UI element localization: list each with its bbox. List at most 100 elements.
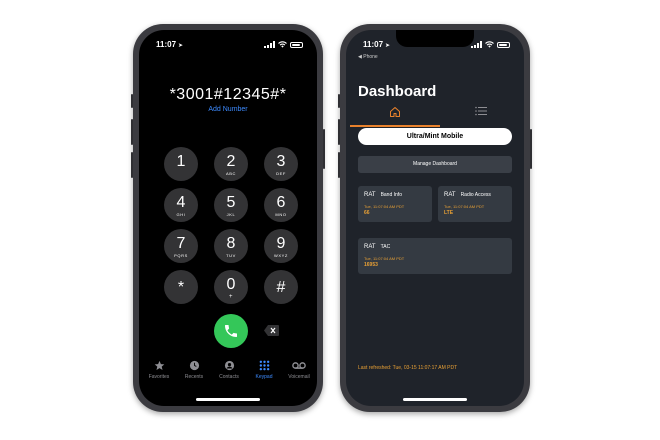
key-letters: GHI [176, 212, 186, 217]
call-button[interactable] [214, 314, 248, 348]
tab-contacts[interactable]: Contacts [211, 360, 247, 380]
home-indicator [403, 398, 467, 401]
notch [189, 30, 267, 47]
tab-label: Favorites [148, 374, 170, 380]
card-label: RAT [364, 192, 376, 198]
dashboard-tabs [346, 103, 524, 127]
card-title: Band Info [380, 192, 402, 198]
wifi-icon [278, 41, 287, 48]
band-info-card[interactable]: RAT Band Info Tue, 11:07:04 AM PDT 66 [358, 186, 432, 222]
tab-recents[interactable]: Recents [176, 360, 212, 380]
location-arrow-icon: ➤ [178, 43, 184, 49]
tab-favorites[interactable]: Favorites [141, 360, 177, 380]
key-digit: # [276, 279, 286, 296]
key-digit: 0 [226, 276, 236, 293]
card-timestamp: Tue, 11:07:04 AM PDT [364, 204, 405, 209]
card-title: Radio Access [460, 192, 491, 198]
mute-switch [131, 94, 133, 108]
key-5[interactable]: 5 JKL [214, 188, 248, 222]
voicemail-icon [292, 362, 306, 369]
volume-up-button [131, 119, 133, 145]
location-arrow-icon: ➤ [385, 43, 391, 49]
status-time: 11:07 ➤ [363, 40, 391, 49]
phone-icon [225, 325, 237, 337]
card-timestamp: Tue, 11:07:04 AM PDT [364, 256, 405, 261]
card-value: 16953 [364, 262, 378, 268]
mute-switch [338, 94, 340, 108]
delete-icon[interactable] [264, 325, 279, 336]
key-digit: 7 [176, 235, 186, 252]
card-value: LTE [444, 210, 454, 216]
tab-label: Keypad [255, 374, 273, 380]
manage-dashboard-button[interactable]: Manage Dashboard [358, 156, 512, 173]
star-icon [154, 360, 164, 370]
status-time: 11:07 ➤ [156, 40, 184, 49]
card-label: RAT [364, 244, 376, 250]
tab-label: Contacts [219, 374, 239, 380]
key-9[interactable]: 9 WXYZ [264, 229, 298, 263]
cellular-signal-icon [471, 41, 482, 48]
add-number-link[interactable]: Add Number [139, 106, 317, 113]
tab-keypad[interactable]: Keypad [246, 360, 282, 380]
dialed-number: *3001#12345#* [169, 86, 287, 103]
volume-down-button [338, 152, 340, 178]
key-digit: 1 [176, 153, 186, 170]
key-digit: 4 [176, 194, 186, 211]
key-2[interactable]: 2 ABC [214, 147, 248, 181]
key-digit: 2 [226, 153, 236, 170]
wifi-icon [485, 41, 494, 48]
clock-icon [189, 360, 199, 371]
tab-bar: Favorites Recents Contacts Keypad Voicem… [139, 360, 317, 390]
radio-access-card[interactable]: RAT Radio Access Tue, 11:07:04 AM PDT LTE [438, 186, 512, 222]
volume-up-button [338, 119, 340, 145]
key-letters: TUV [226, 253, 236, 258]
key-letters: ABC [225, 171, 237, 176]
battery-icon [290, 41, 303, 48]
phone-dashboard: 11:07 ➤ ◀ Phone Dashboard Ultra/Mint Mobi… [338, 24, 532, 412]
key-digit: 8 [226, 235, 236, 252]
key-letters: DEF [276, 171, 286, 176]
keypad-icon [259, 360, 269, 371]
tab-home[interactable] [350, 103, 440, 127]
phone-dialer: 11:07 ➤ *3001#12345#* Add Number 1 2 ABC 3… [131, 24, 325, 412]
back-to-phone-link[interactable]: ◀ Phone [358, 54, 378, 60]
key-digit: * [177, 279, 185, 296]
tab-voicemail[interactable]: Voicemail [281, 360, 317, 380]
key-hash[interactable]: # [264, 270, 298, 304]
card-value: 66 [364, 210, 370, 216]
tac-card[interactable]: RAT TAC Tue, 11:07:04 AM PDT 16953 [358, 238, 512, 274]
key-letters: MNO [275, 212, 287, 217]
notch [396, 30, 474, 47]
tab-label: Voicemail [288, 374, 310, 380]
card-label: RAT [444, 192, 456, 198]
key-3[interactable]: 3 DEF [264, 147, 298, 181]
dashboard-screen: 11:07 ➤ ◀ Phone Dashboard Ultra/Mint Mobi… [346, 30, 524, 406]
key-4[interactable]: 4 GHI [164, 188, 198, 222]
key-1[interactable]: 1 [164, 147, 198, 181]
carrier-button[interactable]: Ultra/Mint Mobile [358, 128, 512, 145]
contact-icon [224, 360, 234, 371]
key-star[interactable]: * [164, 270, 198, 304]
card-title: TAC [380, 244, 391, 250]
cellular-signal-icon [264, 41, 275, 48]
key-digit: 5 [226, 194, 236, 211]
key-0[interactable]: 0 + [214, 270, 248, 304]
card-timestamp: Tue, 11:07:04 AM PDT [444, 204, 485, 209]
page-title: Dashboard [358, 83, 437, 100]
key-6[interactable]: 6 MNO [264, 188, 298, 222]
key-digit: 3 [276, 153, 286, 170]
home-indicator [196, 398, 260, 401]
key-letters: JKL [226, 212, 236, 217]
power-button [530, 129, 532, 169]
tab-label: Recents [184, 374, 204, 380]
key-digit: 9 [276, 235, 286, 252]
key-letters: + [228, 294, 234, 300]
dialer-screen: 11:07 ➤ *3001#12345#* Add Number 1 2 ABC 3… [139, 30, 317, 406]
tab-list[interactable] [436, 103, 524, 125]
key-8[interactable]: 8 TUV [214, 229, 248, 263]
key-letters: PQRS [174, 253, 188, 258]
home-icon [390, 107, 400, 117]
power-button [323, 129, 325, 169]
key-digit: 6 [276, 194, 286, 211]
key-7[interactable]: 7 PQRS [164, 229, 198, 263]
